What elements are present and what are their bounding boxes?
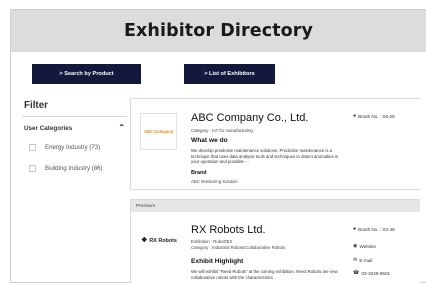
phone-icon: ☎	[353, 270, 360, 276]
brand-name: ABC Monitoring Solution	[191, 179, 238, 184]
filter-title: Filter	[22, 97, 127, 117]
checkbox[interactable]	[29, 144, 36, 151]
phone-number: ☎ 03-3349-8501	[353, 270, 391, 276]
section-title: What we do	[191, 137, 228, 144]
page-title: Exhibitor Directory	[123, 21, 314, 41]
company-category: Category : IoT for manufacturing	[191, 128, 253, 133]
company-name[interactable]: RX Robots Ltd.	[191, 224, 266, 236]
company-category: Category : Industrial Robots/Collaborati…	[191, 245, 286, 250]
location-pin-icon: ●	[353, 226, 357, 232]
page-header: Exhibitor Directory	[11, 10, 426, 52]
premium-badge: Premium	[131, 200, 420, 212]
filter-option-energy[interactable]: Energy Industry (73)	[29, 144, 127, 151]
booth-number: ● Booth No. : S2-46	[353, 226, 395, 232]
search-by-product-button[interactable]: > Search by Product	[32, 64, 141, 84]
checkbox[interactable]	[29, 165, 36, 172]
company-description: We will exhibit "Reed Robots" at the com…	[191, 269, 338, 280]
list-of-exhibitors-button[interactable]: > List of Exhibitors	[184, 64, 275, 84]
user-categories-toggle[interactable]: User Categories ⌃	[22, 117, 127, 132]
exhibitor-card[interactable]: Premium ❖ RX Robots RX Robots Ltd. Exhib…	[130, 199, 420, 283]
section-title: Exhibit Highlight	[191, 258, 244, 265]
globe-icon: ◉	[353, 243, 358, 249]
company-logo: ABC Company	[140, 113, 177, 150]
exhibitor-card[interactable]: ABC Company ABC Company Co., Ltd. Catego…	[130, 98, 420, 190]
user-categories-heading: User Categories	[24, 124, 73, 132]
filter-option-building[interactable]: Building Industry (86)	[29, 165, 127, 172]
filter-option-label: Building Industry (86)	[45, 165, 103, 172]
location-pin-icon: ●	[353, 113, 357, 119]
company-description: We develop predictive maintenance soluti…	[191, 148, 339, 165]
company-name[interactable]: ABC Company Co., Ltd.	[191, 112, 308, 124]
filter-option-label: Energy Industry (73)	[45, 144, 101, 151]
email-link[interactable]: ✉ E-mail	[353, 257, 372, 263]
filter-sidebar: Filter User Categories ⌃ Energy Industry…	[22, 97, 127, 172]
website-link[interactable]: ◉ Website	[353, 243, 376, 249]
chevron-up-icon[interactable]: ⌃	[118, 124, 125, 132]
brand-title: Brand	[191, 170, 207, 176]
company-logo: ❖ RX Robots	[136, 222, 182, 259]
rx-diamond-icon: ❖	[141, 237, 148, 244]
envelope-icon: ✉	[353, 257, 358, 263]
booth-number: ● Booth No. : S6-25	[353, 113, 395, 119]
